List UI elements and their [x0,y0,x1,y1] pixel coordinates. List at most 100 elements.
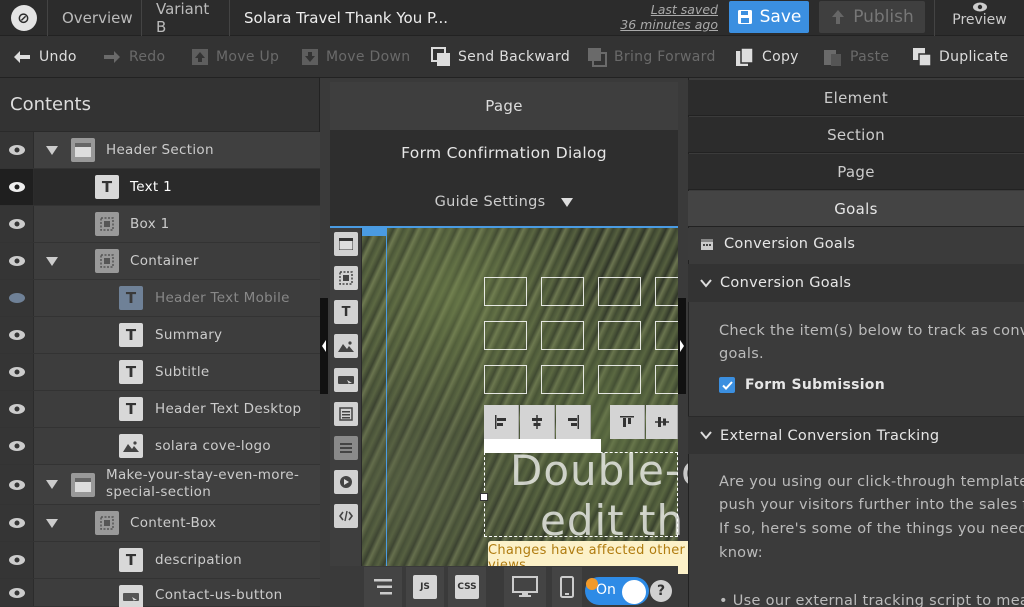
grid-cell[interactable] [541,321,584,350]
grid-cell[interactable] [484,277,527,306]
javascript-button[interactable]: JS [406,567,444,607]
resize-handle[interactable] [480,493,488,501]
help-icon[interactable]: ? [650,580,672,602]
css-button[interactable]: CSS [448,567,486,607]
tree-item-contact-button[interactable]: Contact-us-button [0,579,320,607]
align-left-button[interactable] [484,405,519,439]
guide-settings-toggle[interactable]: Guide Settings [330,194,678,210]
tab-overview[interactable]: Overview [48,0,142,36]
visibility-toggle[interactable] [0,579,34,606]
element-toolbox: T [330,228,362,566]
tree-item-summary[interactable]: T Summary [0,317,320,354]
grid-cell[interactable] [541,277,584,306]
visibility-toggle[interactable] [0,542,34,578]
visibility-toggle[interactable] [0,465,34,504]
list-tool-icon[interactable] [334,436,358,460]
grid-cell[interactable] [541,365,584,394]
button-tool-icon[interactable] [334,368,358,392]
text-tool-icon[interactable]: T [334,300,358,324]
grid-cell[interactable] [598,365,641,394]
app-logo[interactable]: ⊘ [0,0,48,36]
visibility-toggle[interactable] [0,206,34,242]
tree-item-header-text-desktop[interactable]: T Header Text Desktop [0,391,320,428]
layout-button[interactable] [364,567,402,607]
tab-page[interactable]: Page [688,154,1024,190]
tree-item-content-box[interactable]: Content-Box [0,505,320,542]
align-center-button[interactable] [520,405,555,439]
preview-button[interactable]: Preview [934,0,1024,36]
visibility-toggle[interactable] [0,391,34,427]
visibility-toggle[interactable] [0,132,34,168]
align-top-button[interactable] [610,405,645,439]
publish-button[interactable]: Publish [819,1,925,33]
image-tool-icon[interactable] [334,334,358,358]
video-tool-icon[interactable] [334,470,358,494]
contents-title: Contents [0,78,319,132]
visibility-toggle[interactable] [0,169,34,205]
tab-element-label: Element [823,88,889,107]
form-submission-option[interactable]: Form Submission [719,374,1019,396]
form-tool-icon[interactable] [334,402,358,426]
visibility-toggle[interactable] [0,280,34,316]
caret-down-icon[interactable] [46,257,58,267]
section-tool-icon[interactable] [334,232,358,256]
box-tool-icon[interactable] [334,266,358,290]
tab-section[interactable]: Section [688,117,1024,153]
mobile-view-button[interactable] [552,567,582,607]
tree-item-special-section[interactable]: Make-your-stay-even-more-special-section [0,465,320,505]
grid-cell[interactable] [598,277,641,306]
tree-item-subtitle[interactable]: T Subtitle [0,354,320,391]
bring-forward-button[interactable]: Bring Forward [587,36,716,78]
undo-button[interactable]: Undo [12,36,77,78]
visibility-toggle[interactable] [0,354,34,390]
duplicate-button[interactable]: Duplicate [912,36,1008,78]
eye-icon [8,182,25,192]
conversion-goals-section-toggle[interactable]: Conversion Goals [688,264,1024,302]
tree-item-logo[interactable]: solara cove-logo [0,428,320,465]
visibility-toggle[interactable] [0,317,34,353]
tree-item-container[interactable]: Container [0,243,320,280]
desktop-view-button[interactable] [504,567,546,607]
collapse-left-handle[interactable] [320,298,328,394]
visibility-toggle[interactable] [0,505,34,541]
page-header[interactable]: Page [330,82,678,130]
tab-element[interactable]: Element [688,80,1024,116]
collapse-right-handle[interactable] [678,298,686,394]
caret-down-icon[interactable] [46,146,58,156]
copy-button[interactable]: Copy [735,36,799,78]
grid-cell[interactable] [598,321,641,350]
grid-cell[interactable] [655,365,678,394]
caret-down-icon[interactable] [46,519,58,529]
move-up-button[interactable]: Move Up [191,36,279,78]
tree-item-description[interactable]: T descripation [0,542,320,579]
canvas-text-line2[interactable]: edit thi [540,498,697,544]
grid-cell[interactable] [655,277,678,306]
redo-button[interactable]: Redo [102,36,165,78]
tree-item-header-section[interactable]: Header Section [0,132,320,169]
move-down-button[interactable]: Move Down [301,36,410,78]
save-button[interactable]: Save [729,1,809,33]
code-tool-icon[interactable] [334,504,358,528]
grid-cell[interactable] [655,321,678,350]
grid-cell[interactable] [484,365,527,394]
paste-button[interactable]: Paste [823,36,889,78]
grid-cell[interactable] [484,321,527,350]
send-backward-button[interactable]: Send Backward [431,36,570,78]
tree-item-box-1[interactable]: Box 1 [0,206,320,243]
form-submission-checkbox[interactable] [719,377,735,393]
visibility-toggle[interactable] [0,428,34,464]
move-down-icon [302,49,318,65]
tree-item-header-text-mobile[interactable]: T Header Text Mobile [0,280,320,317]
visibility-toggle[interactable] [0,243,34,279]
last-saved[interactable]: Last saved 36 minutes ago [612,2,718,32]
toggle-knob[interactable] [622,580,646,604]
tab-goals[interactable]: Goals [688,191,1024,227]
tab-variant[interactable]: Variant B [142,0,230,36]
align-middle-button[interactable] [646,405,678,439]
page-title[interactable]: Solara Travel Thank You P... [230,0,604,36]
canvas-text-line1[interactable]: Double-c [510,448,705,494]
align-right-button[interactable] [556,405,591,439]
caret-down-icon[interactable] [46,480,58,490]
external-tracking-toggle[interactable]: External Conversion Tracking [688,416,1024,454]
tree-item-text-1[interactable]: T Text 1 [0,169,320,206]
